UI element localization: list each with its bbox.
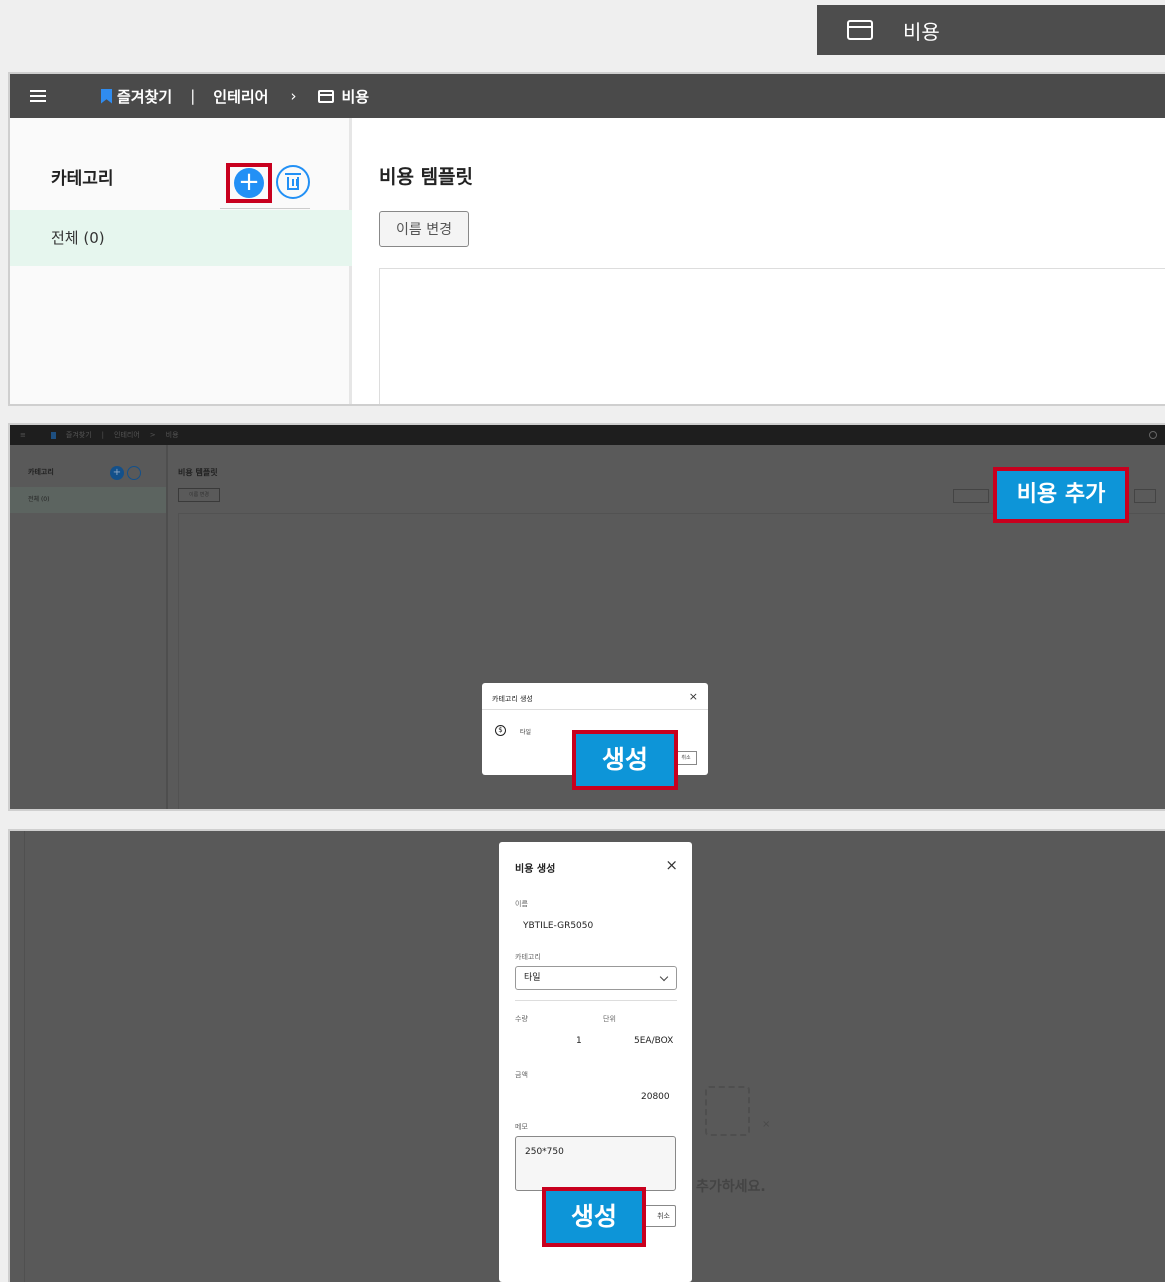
template-title: 비용 템플릿 <box>379 166 474 188</box>
cancel-button[interactable]: 취소 <box>675 751 697 765</box>
close-icon: × <box>762 1119 771 1130</box>
add-category-button[interactable]: + <box>234 168 264 198</box>
breadcrumb-section[interactable]: 인테리어 <box>114 430 140 440</box>
category-select[interactable]: 타일 <box>515 966 677 990</box>
rename-button[interactable]: 이름 변경 <box>379 211 469 247</box>
divider <box>24 831 25 1282</box>
wallet-icon <box>847 20 873 40</box>
create-callout-label[interactable]: 생성 <box>546 1191 642 1243</box>
amount-label: 금액 <box>515 1071 528 1079</box>
breadcrumb-page: 비용 <box>165 431 179 439</box>
page-label: 비용 <box>817 5 1165 55</box>
modal-title: 비용 생성 <box>515 864 556 875</box>
name-field[interactable]: YBTILE-GR5050 <box>523 921 593 931</box>
screenshot-step-2: ≡ 즐겨찾기 | 인테리어 > 비용 카테고리 + 전체 (0) 비용 템플릿 … <box>8 423 1165 811</box>
toolbar-button[interactable] <box>953 489 989 503</box>
memo-field[interactable]: 250*750 <box>515 1136 676 1191</box>
coin-icon: $ <box>495 725 506 736</box>
main-content: 비용 템플릿 이름 변경 <box>355 118 1165 404</box>
screenshot-step-1: 즐겨찾기 | 인테리어 › 비용 카테고리 + 전체 (0) 비용 템플릿 이름… <box>8 72 1165 406</box>
menu-icon[interactable]: ≡ <box>20 431 26 439</box>
template-title: 비용 템플릿 <box>178 468 218 477</box>
app-header: ≡ 즐겨찾기 | 인테리어 > 비용 <box>10 425 1165 445</box>
add-cost-callout-label: 비용 추가 <box>997 471 1125 519</box>
cancel-button[interactable]: 취소 <box>641 1205 676 1227</box>
modal-title: 카테고리 생성 <box>492 695 533 703</box>
category-title: 카테고리 <box>51 169 114 189</box>
category-label: 카테고리 <box>515 953 541 961</box>
favorites-link[interactable]: 즐겨찾기 <box>66 430 92 440</box>
category-name-input[interactable]: 타일 <box>520 727 531 736</box>
unit-field[interactable]: 5EA/BOX <box>634 1036 673 1046</box>
close-icon[interactable]: × <box>665 856 678 874</box>
breadcrumb-page: 비용 <box>341 87 370 106</box>
category-item-all[interactable]: 전체 (0) <box>10 487 166 513</box>
name-label: 이름 <box>515 900 528 908</box>
quantity-label: 수량 <box>515 1015 528 1023</box>
app-header: 즐겨찾기 | 인테리어 › 비용 <box>10 74 1165 118</box>
delete-category-button[interactable] <box>127 466 141 480</box>
category-sidebar: 카테고리 + 전체 (0) <box>10 445 168 809</box>
memo-label: 메모 <box>515 1123 528 1131</box>
amount-field[interactable]: 20800 <box>641 1092 670 1102</box>
close-icon[interactable]: × <box>689 690 698 703</box>
add-cost-callout: 비용 추가 <box>993 467 1129 523</box>
unit-label: 단위 <box>603 1015 616 1023</box>
create-callout: 생성 <box>572 730 678 790</box>
menu-icon[interactable] <box>30 90 46 102</box>
breadcrumb-section[interactable]: 인테리어 <box>213 86 268 107</box>
rename-button[interactable]: 이름 변경 <box>178 488 220 502</box>
empty-wallet-icon <box>705 1086 750 1136</box>
favorites-link[interactable]: 즐겨찾기 <box>117 86 172 107</box>
category-item-all[interactable]: 전체 (0) <box>10 210 352 266</box>
trash-icon <box>285 173 301 190</box>
quantity-field[interactable]: 1 <box>576 1036 582 1046</box>
breadcrumb-separator: | <box>190 87 196 105</box>
divider <box>482 709 708 710</box>
wallet-icon <box>318 89 335 103</box>
empty-hint: 추가하세요. <box>696 1179 766 1195</box>
chevron-right-icon: > <box>149 431 156 439</box>
chevron-down-icon <box>659 972 669 982</box>
delete-category-button[interactable] <box>276 165 310 199</box>
toolbar-button[interactable] <box>1134 489 1156 503</box>
category-title: 카테고리 <box>28 468 54 476</box>
add-category-highlight: + <box>226 163 272 203</box>
page-label-text: 비용 <box>903 19 940 44</box>
divider <box>220 208 310 209</box>
template-area <box>379 268 1165 404</box>
category-select-value: 타일 <box>524 973 541 983</box>
search-icon[interactable] <box>1149 431 1157 439</box>
bookmark-icon <box>50 431 56 439</box>
create-callout-label[interactable]: 생성 <box>576 734 674 786</box>
breadcrumb-separator: | <box>101 431 104 439</box>
category-sidebar: 카테고리 + 전체 (0) <box>10 118 352 404</box>
screenshot-step-3: × 추가하세요. 비용 생성 × 이름 YBTILE-GR5050 카테고리 타… <box>8 829 1165 1282</box>
bookmark-icon <box>101 88 112 104</box>
chevron-right-icon: › <box>290 87 297 105</box>
create-callout: 생성 <box>542 1187 646 1247</box>
add-category-button[interactable]: + <box>110 466 124 480</box>
divider <box>515 1000 677 1001</box>
